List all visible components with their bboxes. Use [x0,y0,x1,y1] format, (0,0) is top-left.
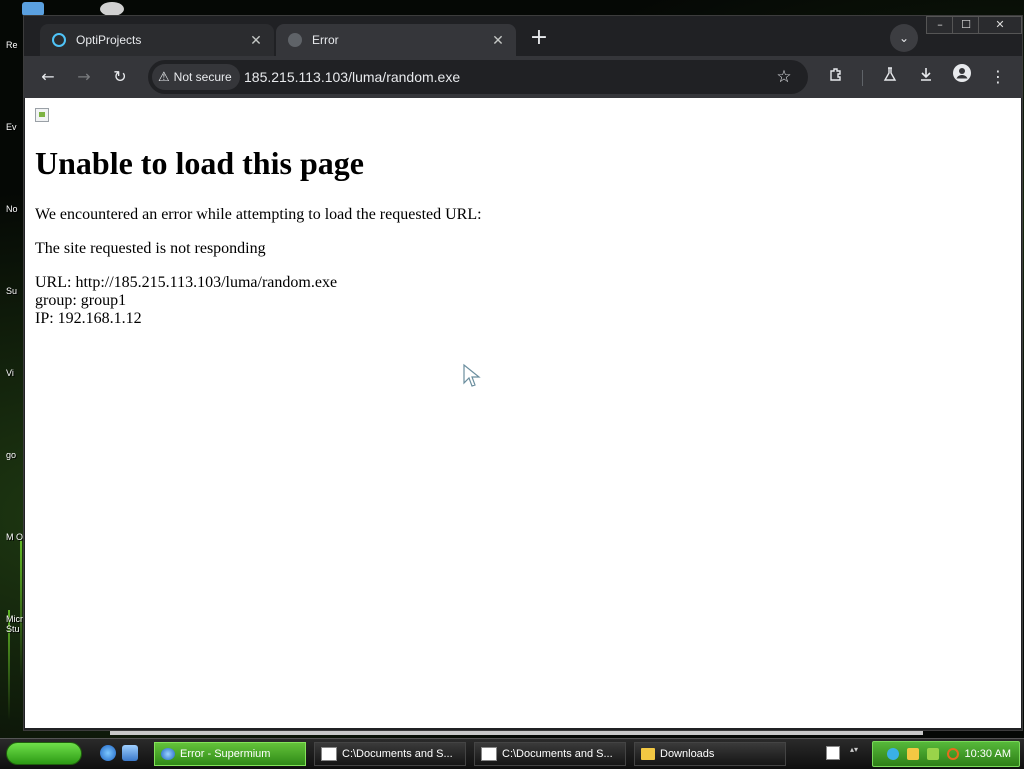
download-icon[interactable] [912,63,940,91]
taskbar-button-explorer[interactable]: C:\Documents and S... [474,742,626,766]
taskbar-button-label: Downloads [660,748,715,760]
error-url: URL: http://185.215.113.103/luma/random.… [35,274,338,291]
close-window-button[interactable]: ✕ [978,16,1022,34]
maximize-button[interactable]: ☐ [952,16,980,34]
tray-expand-icon[interactable]: ▴▾ [850,745,858,761]
clock[interactable]: 10:30 AM [965,742,1011,766]
minimize-button[interactable]: – [926,16,954,34]
taskbar-button-label: C:\Documents and S... [502,748,613,760]
7zip-icon [481,747,497,761]
security-indicator[interactable]: ⚠ Not secure [152,64,240,90]
browser-icon [161,748,175,760]
7zip-icon [321,747,337,761]
folder-icon [641,748,655,760]
tab-optiprojects[interactable]: OptiProjects ✕ [40,24,274,56]
help-icon[interactable] [826,746,840,760]
reload-button[interactable]: ↻ [106,63,134,91]
labs-icon[interactable] [876,63,904,91]
tab-title: OptiProjects [76,33,142,47]
taskbar-button-explorer[interactable]: C:\Documents and S... [314,742,466,766]
browser-window: OptiProjects ✕ Error ✕ + ⌄ – ☐ ✕ ← → ↻ ⚠… [23,15,1023,735]
desktop-icon[interactable] [22,2,44,16]
horizontal-scrollbar[interactable] [110,731,923,735]
error-reason: The site requested is not responding [35,240,266,257]
error-group: group: group1 [35,292,127,309]
toolbar-divider [862,70,863,86]
page-viewport: Unable to load this page We encountered … [25,98,1021,728]
wallpaper-streak [20,540,22,680]
tab-search-button[interactable]: ⌄ [890,24,918,52]
internet-explorer-icon[interactable] [100,745,116,761]
forward-button[interactable]: → [70,63,98,91]
tab-strip: OptiProjects ✕ Error ✕ + ⌄ – ☐ ✕ [24,16,1022,56]
tray-icon[interactable] [927,748,939,760]
network-icon[interactable] [887,748,899,760]
close-tab-icon[interactable]: ✕ [248,32,264,49]
system-tray: 10:30 AM [872,741,1020,767]
desktop-icon[interactable] [100,2,124,16]
taskbar: Error - Supermium C:\Documents and S... … [0,738,1024,769]
address-bar[interactable]: ⚠ Not secure 185.215.113.103/luma/random… [148,60,808,94]
search-icon[interactable] [947,748,959,760]
error-ip: IP: 192.168.1.12 [35,310,142,327]
broken-image-icon [35,108,49,122]
mouse-cursor-icon [463,363,481,387]
profile-icon[interactable] [948,63,976,91]
optiprojects-favicon-icon [52,33,66,47]
quick-launch-icon[interactable] [122,745,138,761]
menu-icon[interactable]: ⋮ [984,63,1012,91]
taskbar-button-label: Error - Supermium [180,748,271,760]
security-label: Not secure [173,70,232,84]
taskbar-button-downloads[interactable]: Downloads [634,742,786,766]
taskbar-button-supermium[interactable]: Error - Supermium [154,742,306,766]
error-description: We encountered an error while attempting… [35,206,482,223]
back-button[interactable]: ← [34,63,62,91]
page-title: Unable to load this page [35,145,364,181]
url-text[interactable]: 185.215.113.103/luma/random.exe [244,60,460,94]
tab-title: Error [312,33,339,47]
new-tab-button[interactable]: + [526,26,552,52]
start-button[interactable] [6,742,82,765]
taskbar-button-label: C:\Documents and S... [342,748,453,760]
globe-icon [288,33,302,47]
browser-toolbar: ← → ↻ ⚠ Not secure 185.215.113.103/luma/… [24,56,1022,98]
tab-error[interactable]: Error ✕ [276,24,516,56]
warning-icon: ⚠ [158,69,170,84]
star-icon[interactable]: ☆ [770,63,798,91]
close-tab-icon[interactable]: ✕ [490,32,506,49]
extensions-icon[interactable] [822,63,850,91]
security-shield-icon[interactable] [907,748,919,760]
